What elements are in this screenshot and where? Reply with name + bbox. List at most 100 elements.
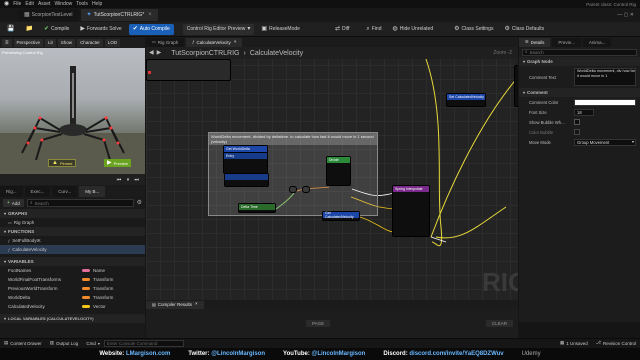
search-input[interactable]: ⌕ Search [26, 199, 134, 207]
node-get-calculated-velocity[interactable]: Get CalculatedVelocity [322, 211, 360, 221]
rig-preview-dropdown[interactable]: Control Rig Editor Preview ▾ [182, 23, 255, 35]
character-button[interactable]: Character [77, 38, 103, 47]
show-button[interactable]: Show [57, 38, 76, 47]
tab-rig-hierarchy[interactable]: Rig... [0, 185, 23, 197]
compile-button[interactable]: ✔ Compile [40, 24, 73, 35]
move-mode-dropdown[interactable]: Group Movement ▾ [574, 138, 636, 146]
section-graphs[interactable]: ▾ GRAPHS [0, 209, 145, 218]
class-defaults-button[interactable]: ⚙ Class Defaults [500, 24, 548, 35]
tab-curves[interactable]: Curv... [52, 185, 78, 197]
gear-icon[interactable]: ⚙ [137, 200, 142, 206]
variable-row[interactable]: WorldDelta Transform [0, 293, 145, 302]
show-bubble-checkbox[interactable] [574, 119, 580, 125]
menu-tools[interactable]: Tools [76, 1, 88, 7]
class-settings-button[interactable]: ⚙ Class Settings [450, 24, 497, 35]
close-icon[interactable]: × [148, 12, 152, 18]
chevron-down-icon: ▾ [4, 210, 7, 216]
content-drawer-button[interactable]: ▤ Content Drawer [4, 341, 42, 346]
clear-button[interactable]: CLEAR [486, 320, 514, 327]
node-set-calculated-velocity[interactable]: Set CalculatedVelocity [446, 93, 486, 107]
preview-button[interactable]: ▶ Preview [104, 159, 131, 167]
section-variables[interactable]: ▾ VARIABLES [0, 257, 145, 266]
node-return[interactable] [514, 65, 518, 107]
menu-window[interactable]: Window [54, 1, 72, 7]
tab-control-rig[interactable]: ✦ TutScorpionCTRLRIG* × [80, 9, 158, 21]
section-functions[interactable]: ▾ FUNCTIONS [0, 227, 145, 236]
reroute-node[interactable] [289, 186, 297, 193]
variable-type: Transform [93, 295, 114, 300]
console-command-input[interactable]: Enter Console Command [103, 340, 184, 347]
section-local-variables[interactable]: ▾ LOCAL VARIABLES (CALCULATEVELOCITY) [0, 314, 145, 323]
font-size-property: Font Size 18 [519, 107, 640, 117]
window-controls[interactable]: — ▢ ✕ [617, 12, 634, 18]
twitter-link[interactable]: @LincolnMargison [211, 351, 265, 357]
discord-link[interactable]: discord.com/invite/YaEQ8DZWuv [409, 351, 503, 357]
playback-controls[interactable]: ⏮ ⏸ ⏭ [117, 177, 141, 183]
graph-node-partial[interactable] [146, 59, 231, 81]
variable-row[interactable]: CalculatedVelocity Vector [0, 302, 145, 311]
output-log-button[interactable]: ▥ Output Log [50, 341, 79, 346]
save-button[interactable]: 💾 [3, 24, 18, 35]
tab-preview[interactable]: Previe... [552, 37, 581, 47]
browse-button[interactable]: 📁 [21, 24, 36, 35]
document-tab-bar: ▦ ScorpionTestLevel ✦ TutScorpionCTRLRIG… [0, 8, 640, 22]
node-spring-interpolate[interactable]: Spring Interpolate [392, 185, 430, 237]
details-search-input[interactable]: ⌕ Search [522, 48, 637, 56]
cmd-dropdown[interactable]: Cmd ▾ [86, 341, 100, 346]
exec-pin[interactable] [148, 71, 151, 74]
viewport-menu-button[interactable]: ≡ [2, 38, 12, 47]
page-button[interactable]: PAGE [306, 320, 331, 327]
pinned-indicator[interactable]: ▲ Pinned [48, 159, 77, 167]
find-button[interactable]: ⌕ Find [362, 24, 385, 35]
add-button[interactable]: + Add [3, 199, 24, 207]
color-swatch[interactable] [574, 98, 636, 106]
revision-control-button[interactable]: ⎇ Revision Control [596, 341, 636, 346]
release-mode-button[interactable]: ▣ ReleaseMode [257, 24, 304, 35]
preview-viewport[interactable]: Previewing Control Rig ▲ Pinned ▶ Preview [0, 48, 145, 174]
lit-button[interactable]: Lit [45, 38, 56, 47]
section-comment[interactable]: ▾ Comment [519, 88, 640, 97]
variable-row[interactable]: PreviousWorldTransform Transform [0, 284, 145, 293]
tab-compiler-results[interactable]: ▤ Compiler Results × [146, 300, 204, 309]
node-divide[interactable]: Divide [326, 156, 351, 186]
forwards-solve-button[interactable]: ▶ Forwards Solve [76, 24, 125, 35]
function-item-calculate-velocity[interactable]: ƒ CalculateVelocity [0, 245, 145, 254]
font-size-field[interactable]: 18 [574, 108, 594, 116]
section-graph-node[interactable]: ▾ Graph Node [519, 57, 640, 66]
menu-asset[interactable]: Asset [38, 1, 51, 7]
menu-edit[interactable]: Edit [25, 1, 34, 7]
tab-execution[interactable]: Exec... [24, 185, 51, 197]
hide-unrelated-button[interactable]: ◍ Hide Unrelated [389, 24, 438, 35]
perspective-button[interactable]: Perspective [13, 38, 44, 47]
auto-compile-toggle[interactable]: ✔ Auto Compile [128, 23, 174, 35]
tab-my-blueprint[interactable]: My B... [79, 185, 106, 197]
menu-file[interactable]: File [13, 1, 21, 7]
variable-row[interactable]: FootNames Name [0, 266, 145, 275]
node-entry[interactable]: Entry [223, 152, 268, 174]
function-item-set-full-body-ik[interactable]: ƒ SetFullBodyIK [0, 236, 145, 245]
reroute-node[interactable] [302, 186, 310, 193]
node-get-previous[interactable] [224, 173, 269, 187]
variable-row[interactable]: WorldFinalFootTransforms Transform [0, 275, 145, 284]
color-bubble-property: Color Bubble [519, 127, 640, 137]
diff-button[interactable]: ⇄ Diff [331, 24, 353, 35]
graph-item-rig-graph[interactable]: ▭ Rig Graph [0, 218, 145, 227]
menu-help[interactable]: Help [92, 1, 102, 7]
type-pill [82, 296, 90, 299]
tab-scorpion-test-level[interactable]: ▦ ScorpionTestLevel [18, 9, 79, 21]
node-delta-time[interactable]: Delta Time [238, 203, 276, 213]
comment-text-field[interactable]: WorldDelta movement, div how far it woul… [574, 68, 636, 86]
type-pill [82, 269, 90, 272]
rig-asset-icon: ✦ [86, 12, 92, 18]
unreal-logo-icon[interactable]: ◉ [4, 1, 9, 7]
tab-details[interactable]: ☰ Details [519, 37, 551, 47]
close-icon[interactable]: × [195, 302, 198, 307]
unsaved-indicator[interactable]: ▦ 1 Unsaved [560, 341, 588, 346]
youtube-link[interactable]: @LincolnMargison [312, 351, 366, 357]
graph-editor[interactable]: ▭ Rig Graph ƒ CalculateVelocity × ◀ ▶ TutSc… [146, 37, 518, 322]
website-link[interactable]: LMargison.com [126, 351, 170, 357]
color-bubble-checkbox[interactable] [574, 129, 580, 135]
section-label: GRAPHS [8, 211, 28, 216]
lod-button[interactable]: LOD [104, 38, 121, 47]
tab-animation[interactable]: Anima... [582, 37, 612, 47]
